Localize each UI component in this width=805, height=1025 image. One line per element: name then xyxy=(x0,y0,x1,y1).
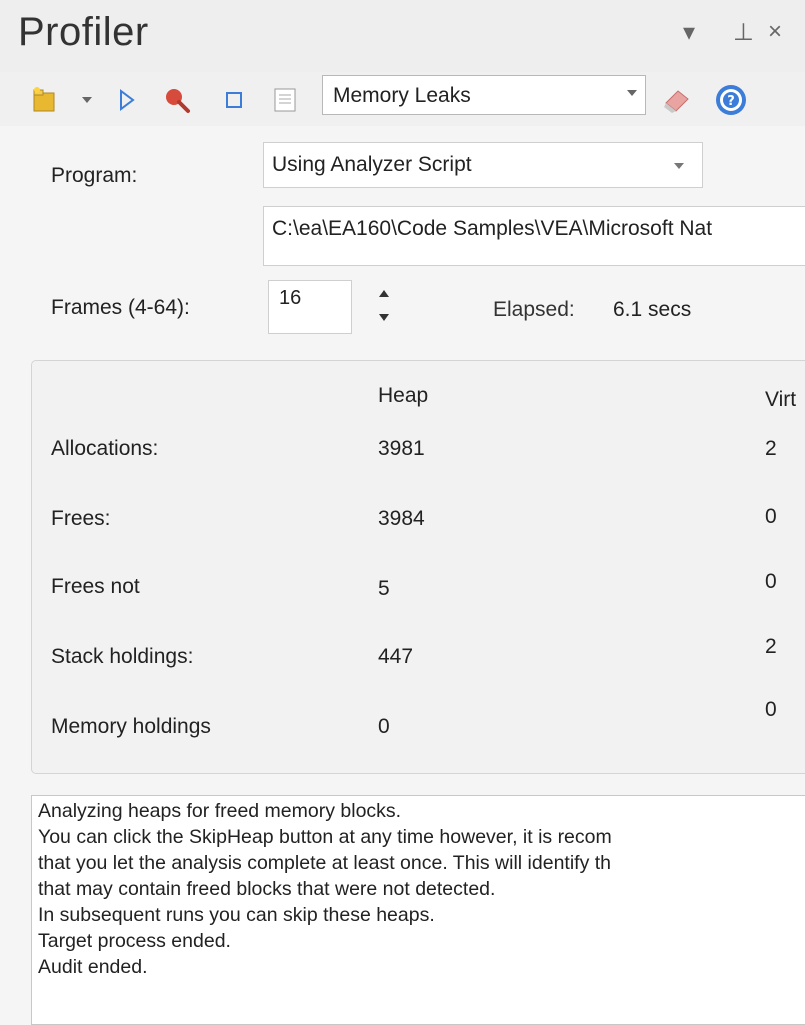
window-menu-button[interactable]: ▾ xyxy=(683,18,695,47)
elapsed-value: 6.1 secs xyxy=(613,298,692,321)
close-button[interactable]: × xyxy=(768,18,782,46)
elapsed-label: Elapsed: xyxy=(493,298,575,321)
column-header-virtual: Virt xyxy=(765,388,797,411)
program-path-field[interactable]: C:\ea\EA160\Code Samples\VEA\Microsoft N… xyxy=(263,206,805,266)
virtual-frees: 0 xyxy=(765,505,777,528)
spin-up-icon[interactable] xyxy=(379,290,389,297)
column-header-heap: Heap xyxy=(378,384,429,407)
window-title: Profiler xyxy=(18,10,149,54)
row-label-stack-holdings: Stack holdings: xyxy=(51,645,194,668)
heap-memory-holdings: 0 xyxy=(378,715,390,738)
log-line: You can click the SkipHeap button at any… xyxy=(38,826,612,848)
chevron-down-icon xyxy=(674,163,684,169)
row-label-memory-holdings: Memory holdings xyxy=(51,715,211,738)
log-line: that may contain freed blocks that were … xyxy=(38,878,496,900)
dropdown-icon[interactable] xyxy=(78,84,96,116)
row-label-frees-not: Frees not xyxy=(51,575,140,598)
svg-text:?: ? xyxy=(727,94,735,109)
stop-icon[interactable] xyxy=(222,84,246,116)
heap-stack-holdings: 447 xyxy=(378,645,414,668)
virtual-allocations: 2 xyxy=(765,437,777,460)
row-label-allocations: Allocations: xyxy=(51,437,159,460)
heap-frees-not: 5 xyxy=(378,577,390,600)
program-select-value: Using Analyzer Script xyxy=(272,153,472,176)
frames-spinner[interactable] xyxy=(375,286,395,326)
log-line: Target process ended. xyxy=(38,930,231,952)
mode-select[interactable]: Memory Leaks xyxy=(322,75,646,115)
log-line: Analyzing heaps for freed memory blocks. xyxy=(38,800,402,822)
help-icon[interactable]: ? xyxy=(712,84,750,116)
new-script-icon[interactable] xyxy=(28,84,62,116)
stats-panel xyxy=(31,360,805,774)
clear-icon[interactable] xyxy=(658,84,696,116)
record-icon[interactable] xyxy=(160,84,194,116)
heap-allocations: 3981 xyxy=(378,437,425,460)
title-bar: Profiler ▾ ⊥ × xyxy=(0,0,805,72)
chevron-down-icon xyxy=(627,90,637,96)
log-line: Audit ended. xyxy=(38,956,148,978)
program-label: Program: xyxy=(51,164,138,187)
run-icon[interactable] xyxy=(116,84,138,116)
program-select[interactable]: Using Analyzer Script xyxy=(263,142,703,188)
virtual-memory-holdings: 0 xyxy=(765,698,777,721)
virtual-stack-holdings: 2 xyxy=(765,635,777,658)
output-log[interactable]: Analyzing heaps for freed memory blocks.… xyxy=(31,795,805,1025)
row-label-frees: Frees: xyxy=(51,507,111,530)
mode-select-value: Memory Leaks xyxy=(333,84,471,107)
report-icon[interactable] xyxy=(270,84,300,116)
virtual-frees-not: 0 xyxy=(765,570,777,593)
log-line: In subsequent runs you can skip these he… xyxy=(38,904,435,926)
pin-button[interactable]: ⊥ xyxy=(733,18,754,47)
spin-down-icon[interactable] xyxy=(379,314,389,321)
program-path-value: C:\ea\EA160\Code Samples\VEA\Microsoft N… xyxy=(272,217,713,240)
frames-label: Frames (4-64): xyxy=(51,296,190,319)
log-line: that you let the analysis complete at le… xyxy=(38,852,612,874)
frames-input[interactable]: 16 xyxy=(268,280,352,334)
heap-frees: 3984 xyxy=(378,507,425,530)
frames-value: 16 xyxy=(279,287,302,309)
